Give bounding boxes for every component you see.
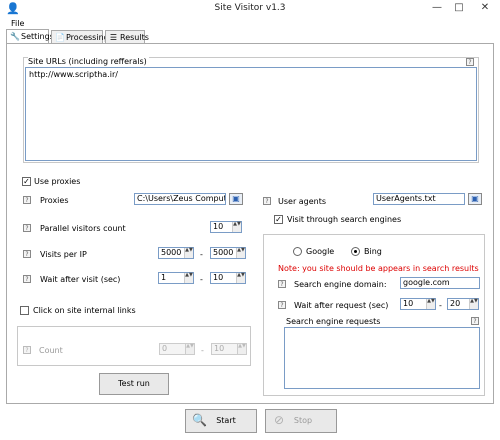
document-icon: 📄 <box>55 33 65 42</box>
stop-icon: ⊘ <box>273 413 285 427</box>
user-agents-help-icon[interactable]: ? <box>263 197 271 205</box>
wait-after-visit-from-spinner[interactable]: 1 ▲▼ <box>158 272 194 284</box>
wait-after-request-to-value: 20 <box>450 299 461 308</box>
count-help-icon: ? <box>23 346 31 354</box>
menu-bar: File <box>0 18 500 30</box>
parallel-visitors-label: Parallel visitors count <box>40 224 126 233</box>
spinner-arrows-icon: ▲▼ <box>237 344 246 354</box>
search-engine-group: Google Bing Note: you site should be app… <box>263 234 485 396</box>
visits-per-ip-to-value: 5000 <box>213 248 234 257</box>
tab-results[interactable]: ☰ Results <box>105 30 149 44</box>
spinner-arrows-icon[interactable]: ▲▼ <box>232 222 241 232</box>
proxies-file-input[interactable]: C:\Users\Zeus Computer\De <box>134 193 226 205</box>
user-agents-browse-button[interactable]: ▣ <box>468 193 482 205</box>
tab-settings-label: Settings <box>21 32 54 41</box>
wait-after-request-from-spinner[interactable]: 10 ▲▼ <box>400 298 436 310</box>
wait-after-request-help-icon[interactable]: ? <box>278 301 286 309</box>
spinner-arrows-icon[interactable]: ▲▼ <box>236 248 245 258</box>
wait-after-visit-to-value: 10 <box>213 273 224 282</box>
visits-per-ip-from-spinner[interactable]: 5000 ▲▼ <box>158 247 194 259</box>
parallel-visitors-help-icon[interactable]: ? <box>23 224 31 232</box>
proxies-browse-button[interactable]: ▣ <box>229 193 243 205</box>
parallel-visitors-spinner[interactable]: 10 ▲▼ <box>210 221 242 233</box>
radio-google-label: Google <box>306 247 335 256</box>
tab-processing-label: Processing <box>66 33 109 42</box>
parallel-visitors-value: 10 <box>213 222 224 231</box>
wait-after-visit-help-icon[interactable]: ? <box>23 275 31 283</box>
minimize-button[interactable]: — <box>430 2 444 14</box>
settings-panel: Site URLs (including refferals) ? http:/… <box>6 43 494 404</box>
search-requests-label: Search engine requests <box>286 317 381 326</box>
radio-bing-label: Bing <box>364 247 382 256</box>
search-requests-textarea[interactable] <box>284 327 480 389</box>
visit-through-search-label: Visit through search engines <box>287 215 402 224</box>
count-separator: - <box>201 346 204 355</box>
wait-after-request-label: Wait after request (sec) <box>294 301 389 310</box>
spinner-arrows-icon[interactable]: ▲▼ <box>469 299 478 309</box>
radio-google[interactable] <box>293 247 302 256</box>
visit-through-search-checkbox[interactable]: ✓ <box>274 215 283 224</box>
search-domain-input[interactable]: google.com <box>400 277 480 289</box>
start-icon: 🔍 <box>192 413 207 427</box>
spinner-arrows-icon[interactable]: ▲▼ <box>236 273 245 283</box>
close-button[interactable]: ✕ <box>478 2 492 14</box>
wait-after-visit-label: Wait after visit (sec) <box>40 275 121 284</box>
test-run-button[interactable]: Test run <box>99 373 169 395</box>
start-button[interactable]: 🔍 Start <box>185 409 257 433</box>
search-requests-help-icon[interactable]: ? <box>471 317 479 325</box>
wait-after-visit-separator: - <box>200 275 203 284</box>
list-icon: ☰ <box>109 33 118 42</box>
count-to-spinner: 10 ▲▼ <box>211 343 247 355</box>
radio-bing[interactable] <box>351 247 360 256</box>
search-note: Note: you site should be appears in sear… <box>278 264 479 273</box>
maximize-button[interactable]: □ <box>452 2 466 14</box>
menu-file[interactable]: File <box>11 19 24 28</box>
site-urls-label: Site URLs (including refferals) <box>28 57 149 66</box>
wait-after-request-separator: - <box>439 301 442 310</box>
title-bar: 👤 Site Visitor v1.3 — □ ✕ <box>0 0 500 18</box>
search-domain-label: Search engine domain: <box>294 280 387 289</box>
count-group: ? Count 0 ▲▼ - 10 ▲▼ <box>17 326 251 366</box>
visits-per-ip-help-icon[interactable]: ? <box>23 250 31 258</box>
wait-after-visit-from-value: 1 <box>161 273 167 282</box>
proxies-help-icon[interactable]: ? <box>23 196 31 204</box>
wait-after-request-to-spinner[interactable]: 20 ▲▼ <box>447 298 479 310</box>
tab-settings[interactable]: 🔧 Settings <box>6 29 54 44</box>
count-to-value: 10 <box>214 344 225 353</box>
window-title: Site Visitor v1.3 <box>214 3 286 13</box>
spinner-arrows-icon[interactable]: ▲▼ <box>184 248 193 258</box>
wait-after-visit-to-spinner[interactable]: 10 ▲▼ <box>210 272 246 284</box>
spinner-arrows-icon[interactable]: ▲▼ <box>184 273 193 283</box>
tab-results-label: Results <box>120 33 149 42</box>
visits-per-ip-from-value: 5000 <box>161 248 182 257</box>
tab-processing[interactable]: 📄 Processing <box>51 30 109 44</box>
visits-per-ip-label: Visits per IP <box>40 250 87 259</box>
click-internal-links-label: Click on site internal links <box>33 306 136 315</box>
proxies-label: Proxies <box>40 196 69 205</box>
user-agents-label: User agents <box>278 197 327 206</box>
wait-after-request-from-value: 10 <box>403 299 414 308</box>
count-label: Count <box>39 346 63 355</box>
click-internal-links-checkbox[interactable] <box>20 306 29 315</box>
start-button-label: Start <box>216 416 236 425</box>
site-urls-help-icon[interactable]: ? <box>466 58 474 66</box>
user-agents-file-input[interactable]: UserAgents.txt <box>373 193 465 205</box>
count-from-value: 0 <box>162 344 168 353</box>
site-urls-textarea[interactable]: http://www.scriptha.ir/ <box>25 67 477 161</box>
visits-per-ip-to-spinner[interactable]: 5000 ▲▼ <box>210 247 246 259</box>
stop-button[interactable]: ⊘ Stop <box>265 409 337 433</box>
count-from-spinner: 0 ▲▼ <box>159 343 195 355</box>
spinner-arrows-icon[interactable]: ▲▼ <box>426 299 435 309</box>
site-urls-group: Site URLs (including refferals) ? http:/… <box>23 57 479 163</box>
use-proxies-checkbox[interactable]: ✓ <box>22 177 31 186</box>
spinner-arrows-icon: ▲▼ <box>185 344 194 354</box>
visits-per-ip-separator: - <box>200 250 203 259</box>
wrench-icon: 🔧 <box>10 32 20 41</box>
stop-button-label: Stop <box>293 416 313 425</box>
search-domain-help-icon[interactable]: ? <box>278 280 286 288</box>
use-proxies-label: Use proxies <box>34 177 81 186</box>
radio-selected-dot <box>354 250 357 253</box>
